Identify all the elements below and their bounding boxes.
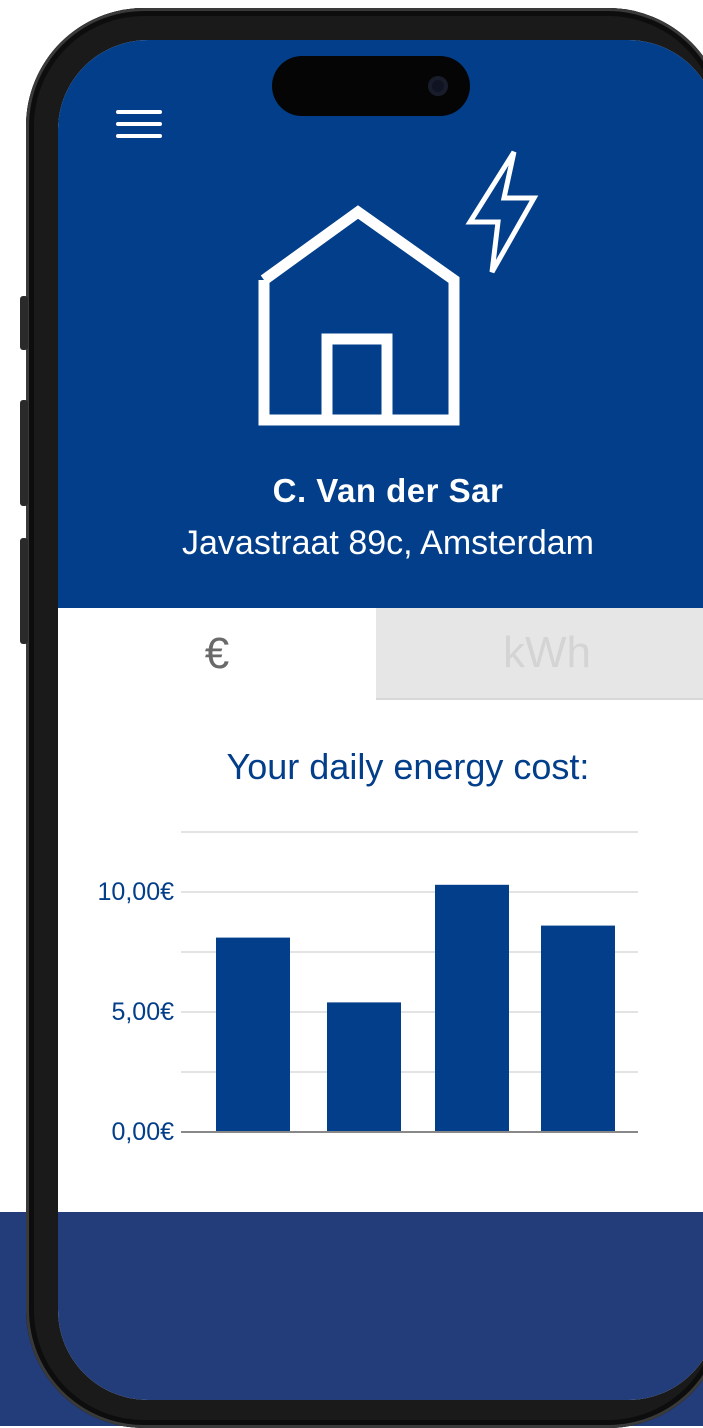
chart-title: Your daily energy cost: bbox=[226, 746, 590, 787]
y-tick-label: 5,00€ bbox=[111, 998, 174, 1026]
phone-mute-button bbox=[20, 296, 28, 350]
tab-euro[interactable]: € bbox=[58, 608, 376, 700]
phone-screen: C. Van der Sar Javastraat 89c, Amsterdam… bbox=[58, 40, 703, 1400]
chart-bar[interactable] bbox=[541, 925, 615, 1132]
energy-cost-chart: 0,00€ 5,00€ 10,00€ bbox=[98, 831, 638, 1146]
profile-header: C. Van der Sar Javastraat 89c, Amsterdam bbox=[58, 40, 703, 608]
customer-address: Javastraat 89c, Amsterdam bbox=[182, 524, 594, 562]
footer-bar bbox=[58, 1212, 703, 1400]
unit-tabs: € kWh bbox=[58, 608, 703, 700]
house-lightning-icon bbox=[258, 150, 539, 426]
chart-bar[interactable] bbox=[435, 884, 509, 1132]
dynamic-island bbox=[272, 56, 470, 116]
camera-icon bbox=[428, 76, 448, 96]
y-tick-label: 0,00€ bbox=[111, 1118, 174, 1146]
phone-volume-down-button bbox=[20, 538, 28, 644]
phone-volume-up-button bbox=[20, 400, 28, 506]
hamburger-menu-icon[interactable] bbox=[114, 104, 164, 144]
chart-bar[interactable] bbox=[327, 1002, 401, 1132]
customer-name: C. Van der Sar bbox=[272, 472, 504, 509]
y-tick-label: 10,00€ bbox=[98, 878, 175, 906]
tab-kwh[interactable]: kWh bbox=[376, 608, 703, 700]
chart-bar[interactable] bbox=[216, 937, 290, 1132]
